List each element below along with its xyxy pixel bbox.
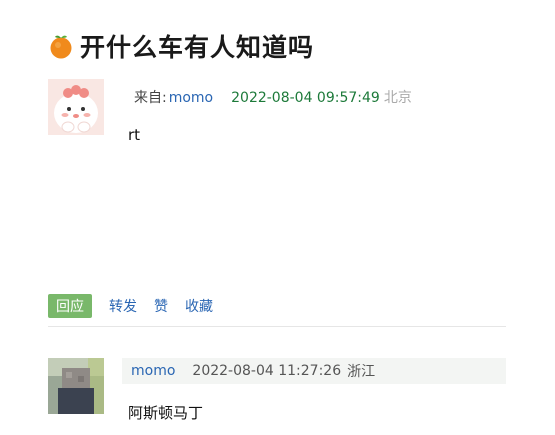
post-actions: 回应 转发 赞 收藏 bbox=[48, 294, 213, 318]
reply-avatar[interactable] bbox=[48, 358, 104, 414]
divider bbox=[48, 326, 506, 327]
reply-button[interactable]: 回应 bbox=[48, 294, 92, 318]
avatar[interactable] bbox=[48, 79, 104, 135]
thread-title: 开什么车有人知道吗 bbox=[80, 33, 315, 62]
tangerine-icon bbox=[48, 33, 74, 59]
reply-body: 阿斯顿马丁 bbox=[128, 404, 204, 422]
post-meta: 来自: momo 2022-08-04 09:57:49 北京 bbox=[134, 87, 412, 107]
reply-location: 浙江 bbox=[347, 364, 376, 380]
post-body: rt bbox=[128, 126, 141, 144]
post-author-link[interactable]: momo bbox=[169, 90, 213, 106]
reply-header: momo 2022-08-04 11:27:26 浙江 bbox=[122, 358, 506, 384]
reply-author-link[interactable]: momo bbox=[131, 363, 175, 379]
post-timestamp: 2022-08-04 09:57:49 bbox=[231, 90, 380, 106]
post-location: 北京 bbox=[383, 90, 412, 106]
like-link[interactable]: 赞 bbox=[154, 296, 168, 316]
favorite-link[interactable]: 收藏 bbox=[185, 296, 213, 316]
repost-link[interactable]: 转发 bbox=[109, 296, 137, 316]
from-label: 来自: bbox=[134, 90, 167, 106]
reply-timestamp: 2022-08-04 11:27:26 bbox=[192, 363, 342, 379]
thread-title-row: 开什么车有人知道吗 bbox=[48, 28, 314, 64]
